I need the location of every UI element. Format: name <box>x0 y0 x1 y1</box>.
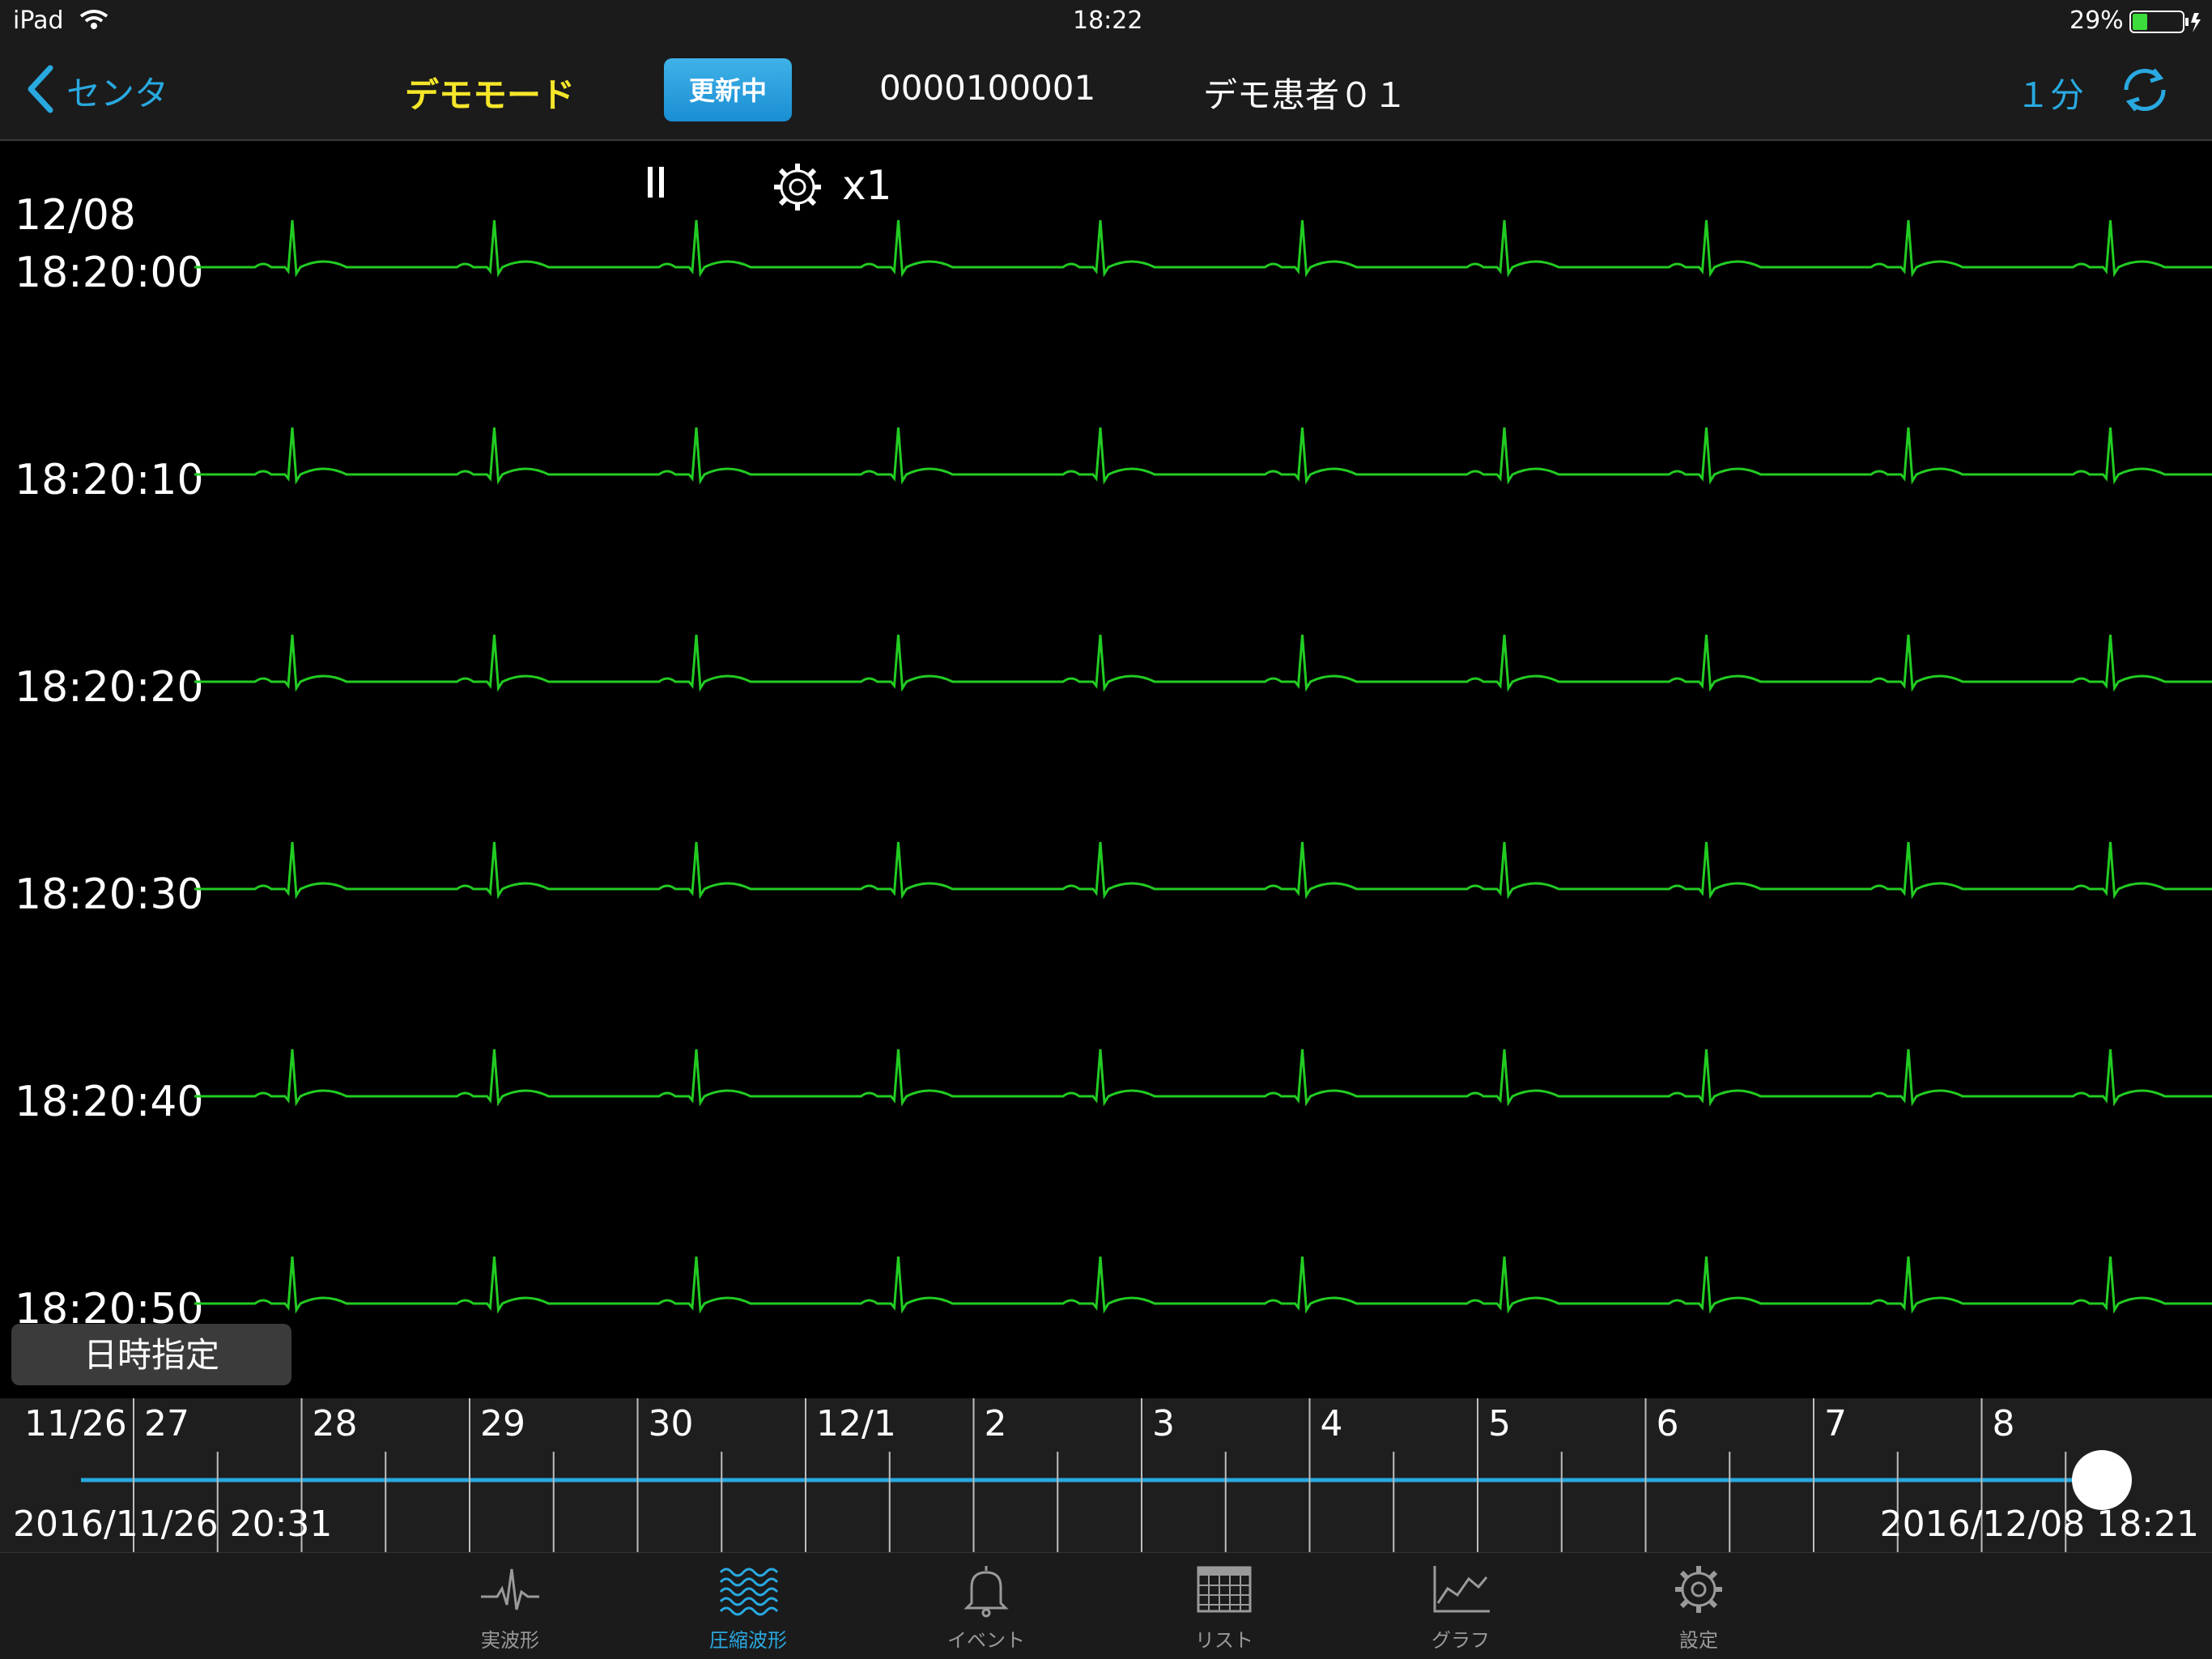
day-label: 3 <box>1152 1403 1175 1444</box>
refresh-icon[interactable] <box>2116 62 2173 121</box>
day-label: 27 <box>144 1403 189 1444</box>
day-label: 4 <box>1320 1403 1343 1444</box>
tab-list[interactable]: リスト <box>1159 1561 1289 1653</box>
row-time: 18:20:20 <box>15 663 204 712</box>
tab-label: グラフ <box>1431 1629 1490 1652</box>
graph-icon <box>1433 1566 1490 1613</box>
update-button[interactable]: 更新中 <box>664 58 792 121</box>
ecg-trace <box>194 841 2212 900</box>
row-time: 18:20:30 <box>15 870 204 919</box>
patient-id: 0000100001 <box>879 68 1096 108</box>
back-label: センタ <box>66 74 169 113</box>
battery-icon <box>2129 10 2202 40</box>
status-time: 18:22 <box>1073 6 1143 35</box>
tab-label: 実波形 <box>481 1629 539 1652</box>
tab-label: リスト <box>1195 1629 1253 1652</box>
tab-label: 設定 <box>1679 1629 1718 1652</box>
tab-label: イベント <box>947 1629 1025 1652</box>
day-label: 7 <box>1824 1403 1847 1444</box>
row-time: 18:20:00 <box>15 249 204 297</box>
tab-bar: 実波形 圧縮波形 イベント リスト グラフ 設定 <box>0 1552 2212 1659</box>
day-label: 8 <box>1992 1403 2015 1444</box>
nav-bar: センタ デモモード 更新中 0000100001 デモ患者０１ １分 <box>0 44 2212 141</box>
row-time: 18:20:40 <box>15 1078 204 1126</box>
tab-real-wave[interactable]: 実波形 <box>445 1561 575 1653</box>
timeline-start: 2016/11/26 20:31 <box>13 1504 333 1545</box>
day-label: 6 <box>1656 1403 1679 1444</box>
tab-compressed-wave[interactable]: 圧縮波形 <box>683 1561 813 1653</box>
day-label: 2 <box>984 1403 1007 1444</box>
compressed-wave-icon <box>719 1568 779 1616</box>
tab-settings[interactable]: 設定 <box>1634 1561 1763 1653</box>
ecg-trace <box>194 1049 2212 1107</box>
status-bar: iPad 18:22 29% <box>0 0 2212 44</box>
ecg-trace <box>194 1256 2212 1314</box>
speed-label[interactable]: x1 <box>842 162 891 209</box>
ecg-trace <box>194 634 2212 692</box>
tab-event[interactable]: イベント <box>921 1561 1051 1653</box>
ecg-icon <box>481 1568 539 1610</box>
device-name: iPad <box>13 6 64 35</box>
day-label: 28 <box>312 1403 358 1444</box>
chevron-left-icon <box>28 65 53 113</box>
mode-title: デモモード <box>405 75 576 115</box>
day-label: 5 <box>1488 1403 1511 1444</box>
battery-percent: 29% <box>2069 6 2124 35</box>
waveform-area[interactable]: x1 12/08 18:20:00 18:20:10 18:20:20 18:2… <box>0 139 2212 1398</box>
tab-label: 圧縮波形 <box>709 1629 787 1652</box>
ecg-trace <box>194 427 2212 485</box>
timeline-scrubber[interactable]: 11/26 27 28 29 30 12/1 2 3 4 5 6 7 8 2016/11/26 20:3… <box>0 1398 2212 1552</box>
datetime-button[interactable]: 日時指定 <box>11 1324 291 1385</box>
pause-icon[interactable] <box>644 164 669 211</box>
patient-name: デモ患者０１ <box>1203 75 1408 115</box>
row-time: 18:20:10 <box>15 456 204 504</box>
interval-button[interactable]: １分 <box>2016 68 2084 117</box>
tab-graph[interactable]: グラフ <box>1396 1561 1525 1653</box>
day-label: 12/1 <box>816 1403 896 1444</box>
timeline-thumb[interactable] <box>2072 1450 2132 1510</box>
day-label: 30 <box>648 1403 694 1444</box>
wifi-icon <box>79 8 108 36</box>
day-label: 29 <box>480 1403 525 1444</box>
day-label: 11/26 <box>24 1403 127 1444</box>
waveform-date: 12/08 <box>15 191 136 240</box>
timeline-end: 2016/12/08 18:21 <box>1879 1504 2199 1545</box>
gear-icon[interactable] <box>771 160 824 223</box>
settings-icon <box>1675 1566 1722 1613</box>
ecg-trace <box>194 219 2212 278</box>
list-icon <box>1197 1566 1252 1613</box>
bell-icon <box>963 1566 1009 1618</box>
